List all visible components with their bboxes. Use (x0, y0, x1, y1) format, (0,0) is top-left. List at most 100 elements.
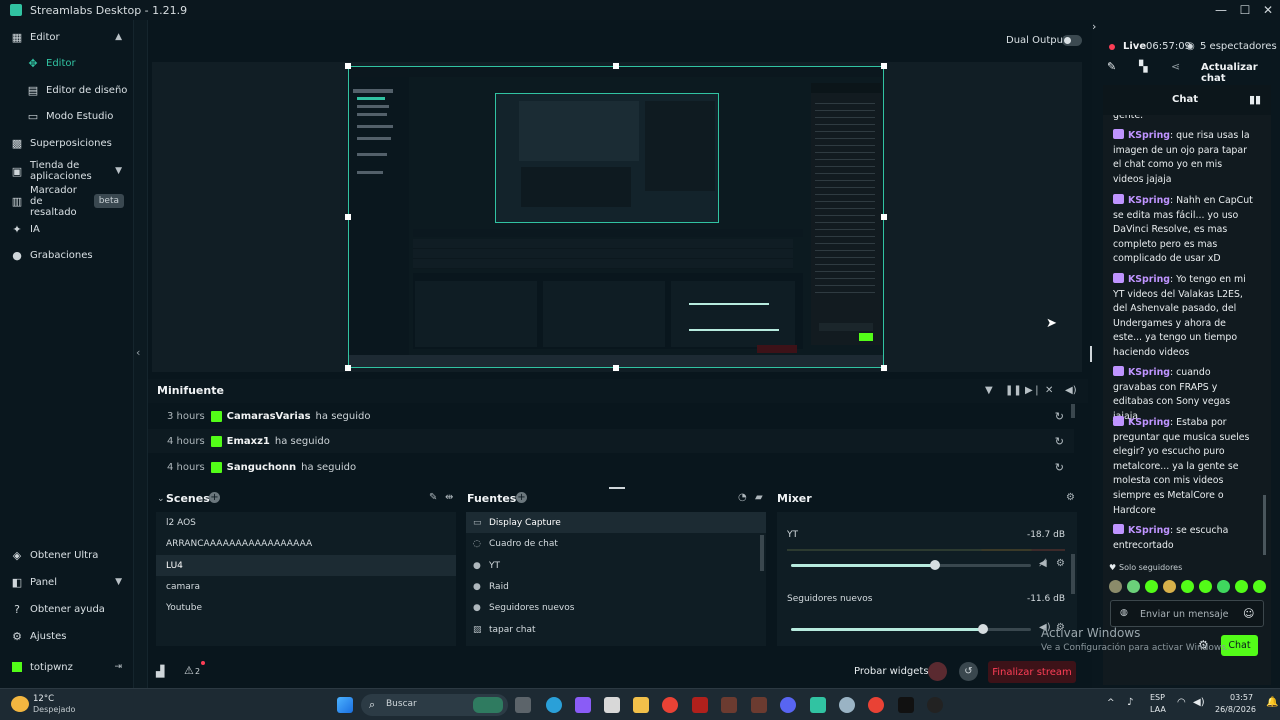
scene-item[interactable]: ARRANCAAAAAAAAAAAAAAAAA (156, 533, 456, 554)
taskbar-search[interactable]: ⌕ Buscar (361, 694, 508, 716)
emote-icon[interactable] (1127, 580, 1140, 593)
volume-icon[interactable]: ◀) (1065, 385, 1077, 396)
sidebar-item-editor[interactable]: ✥ Editor (0, 50, 134, 76)
replay-icon[interactable]: ↻ (1055, 461, 1064, 474)
share-icon[interactable]: ⋖ (1171, 60, 1180, 73)
replay-icon[interactable]: ↻ (1055, 435, 1064, 448)
sidebar-collapse-rail[interactable]: ‹ (134, 20, 148, 688)
app-icon[interactable] (692, 697, 708, 713)
chat-username[interactable]: KSpring (1128, 130, 1170, 141)
source-item[interactable]: ● Seguidores nuevos (466, 597, 766, 618)
chat-username[interactable]: KSpring (1128, 367, 1170, 378)
unreal-icon[interactable] (927, 697, 943, 713)
microphone-icon[interactable]: ♪ (1127, 697, 1133, 708)
clock-date[interactable]: 26/8/2026 (1215, 705, 1256, 714)
edge-icon[interactable] (546, 697, 562, 713)
scene-item[interactable]: camara (156, 576, 456, 597)
emote-icon[interactable] (1181, 580, 1194, 593)
emote-icon[interactable] (1145, 580, 1158, 593)
chat-tab-title[interactable]: Chat (1172, 94, 1198, 105)
volume-slider-knob[interactable] (930, 560, 940, 570)
transition-icon[interactable]: ⇹ (445, 492, 453, 503)
file-explorer-icon[interactable] (633, 697, 649, 713)
chat-username[interactable]: KSpring (1128, 274, 1170, 285)
emoji-icon[interactable]: ☺ (1243, 607, 1254, 620)
task-view-icon[interactable] (515, 697, 531, 713)
replay-buffer-icon[interactable]: ↺ (959, 662, 978, 681)
chat-username[interactable]: KSpring (1128, 195, 1170, 206)
sidebar-item-account[interactable]: totipwnz ⇥ (0, 654, 134, 680)
chevron-left-icon[interactable]: ‹ (136, 346, 140, 359)
record-button[interactable] (928, 662, 947, 681)
stream-info-icon[interactable]: ▚ (1139, 60, 1147, 73)
app-icon[interactable] (839, 697, 855, 713)
app-icon[interactable] (604, 697, 620, 713)
sidebar-item-editor-group[interactable]: ▦ Editor ▲ (0, 24, 134, 50)
sidebar-item-ai[interactable]: ✦ IA (0, 216, 134, 242)
minimize-button[interactable]: — (1213, 2, 1229, 18)
app-icon[interactable] (575, 697, 591, 713)
source-item[interactable]: ▭ Display Capture (466, 512, 766, 533)
refresh-chat-button[interactable]: Actualizar chat (1201, 62, 1280, 84)
streamlabs-taskbar-icon[interactable] (810, 697, 826, 713)
collapse-chevron-icon[interactable]: ⌄ (157, 494, 165, 504)
skip-icon[interactable]: ▶❘ (1025, 385, 1041, 396)
feed-scrollbar[interactable] (1071, 404, 1075, 418)
mixer-settings-icon[interactable]: ⚙ (1066, 492, 1075, 503)
source-item[interactable]: ▨ tapar chat (466, 619, 766, 640)
add-source-icon[interactable]: + (516, 492, 527, 503)
filter-icon[interactable]: ▼ (985, 385, 993, 396)
scene-item[interactable]: Youtube (156, 597, 456, 618)
sidebar-item-help[interactable]: ? Obtener ayuda (0, 596, 134, 622)
notification-icon[interactable]: 🔔 (1266, 697, 1278, 708)
channel-settings-icon[interactable]: ⚙ (1056, 558, 1065, 569)
volume-slider[interactable] (791, 624, 1031, 634)
sidebar-item-panel[interactable]: ◧ Panel ▼ (0, 569, 134, 595)
add-scene-icon[interactable]: + (209, 492, 220, 503)
emote-icon[interactable] (1199, 580, 1212, 593)
end-stream-button[interactable]: Finalizar stream (988, 661, 1076, 683)
capcut-icon[interactable] (898, 697, 914, 713)
emote-icon[interactable] (1235, 580, 1248, 593)
app-icon[interactable] (751, 697, 767, 713)
scene-item[interactable]: LU4 (156, 555, 456, 576)
close-button[interactable]: ✕ (1260, 2, 1276, 18)
drag-handle[interactable] (609, 487, 625, 489)
sources-scrollbar[interactable] (760, 535, 764, 571)
chat-input[interactable]: ◍ Enviar un mensaje ☺ (1110, 600, 1264, 627)
chat-username[interactable]: KSpring (1128, 525, 1170, 536)
emote-icon[interactable] (1163, 580, 1176, 593)
display-capture-preview[interactable] (348, 66, 884, 368)
sidebar-item-overlays[interactable]: ▩ Superposiciones (0, 130, 134, 156)
mute-notifications-icon[interactable]: ✕ (1045, 385, 1053, 396)
collapse-dock-icon[interactable]: › (1092, 20, 1096, 33)
maximize-button[interactable]: ☐ (1237, 2, 1253, 18)
sidebar-item-recordings[interactable]: ● Grabaciones (0, 242, 134, 268)
replay-icon[interactable]: ↻ (1055, 410, 1064, 423)
sidebar-item-studio-mode[interactable]: ▭ Modo Estudio (0, 103, 134, 129)
dual-output-toggle[interactable] (1062, 35, 1082, 46)
sidebar-item-layout-editor[interactable]: ▤ Editor de diseño (0, 77, 134, 103)
chrome-icon[interactable] (868, 697, 884, 713)
pin-icon[interactable]: ✎ (429, 492, 437, 503)
wifi-icon[interactable]: ◠ (1177, 697, 1186, 708)
emote-icon[interactable] (1253, 580, 1266, 593)
mute-icon[interactable]: ◀̸ (1039, 558, 1047, 569)
volume-slider[interactable] (791, 560, 1031, 570)
source-item[interactable]: ● YT (466, 555, 766, 576)
sidebar-item-ultra[interactable]: ◈ Obtener Ultra (0, 542, 134, 568)
chat-scrollbar[interactable] (1263, 495, 1266, 555)
mixer-scrollbar[interactable] (1071, 554, 1075, 594)
source-settings-icon[interactable]: ◔ (738, 492, 747, 503)
sidebar-item-highlighter[interactable]: ▥ Marcador de resaltado beta (0, 185, 134, 218)
folder-icon[interactable]: ▰ (755, 492, 763, 503)
scene-item[interactable]: l2 AOS (156, 512, 456, 533)
edit-stream-icon[interactable]: ✎ (1107, 60, 1116, 73)
chat-username[interactable]: KSpring (1128, 417, 1170, 428)
emote-icon[interactable] (1109, 580, 1122, 593)
windows-start-icon[interactable] (337, 697, 353, 713)
volume-slider-knob[interactable] (978, 624, 988, 634)
performance-icon[interactable]: ▟ (156, 665, 164, 678)
pause-icon[interactable]: ❚❚ (1005, 385, 1022, 396)
language-line2[interactable]: LAA (1150, 705, 1166, 714)
